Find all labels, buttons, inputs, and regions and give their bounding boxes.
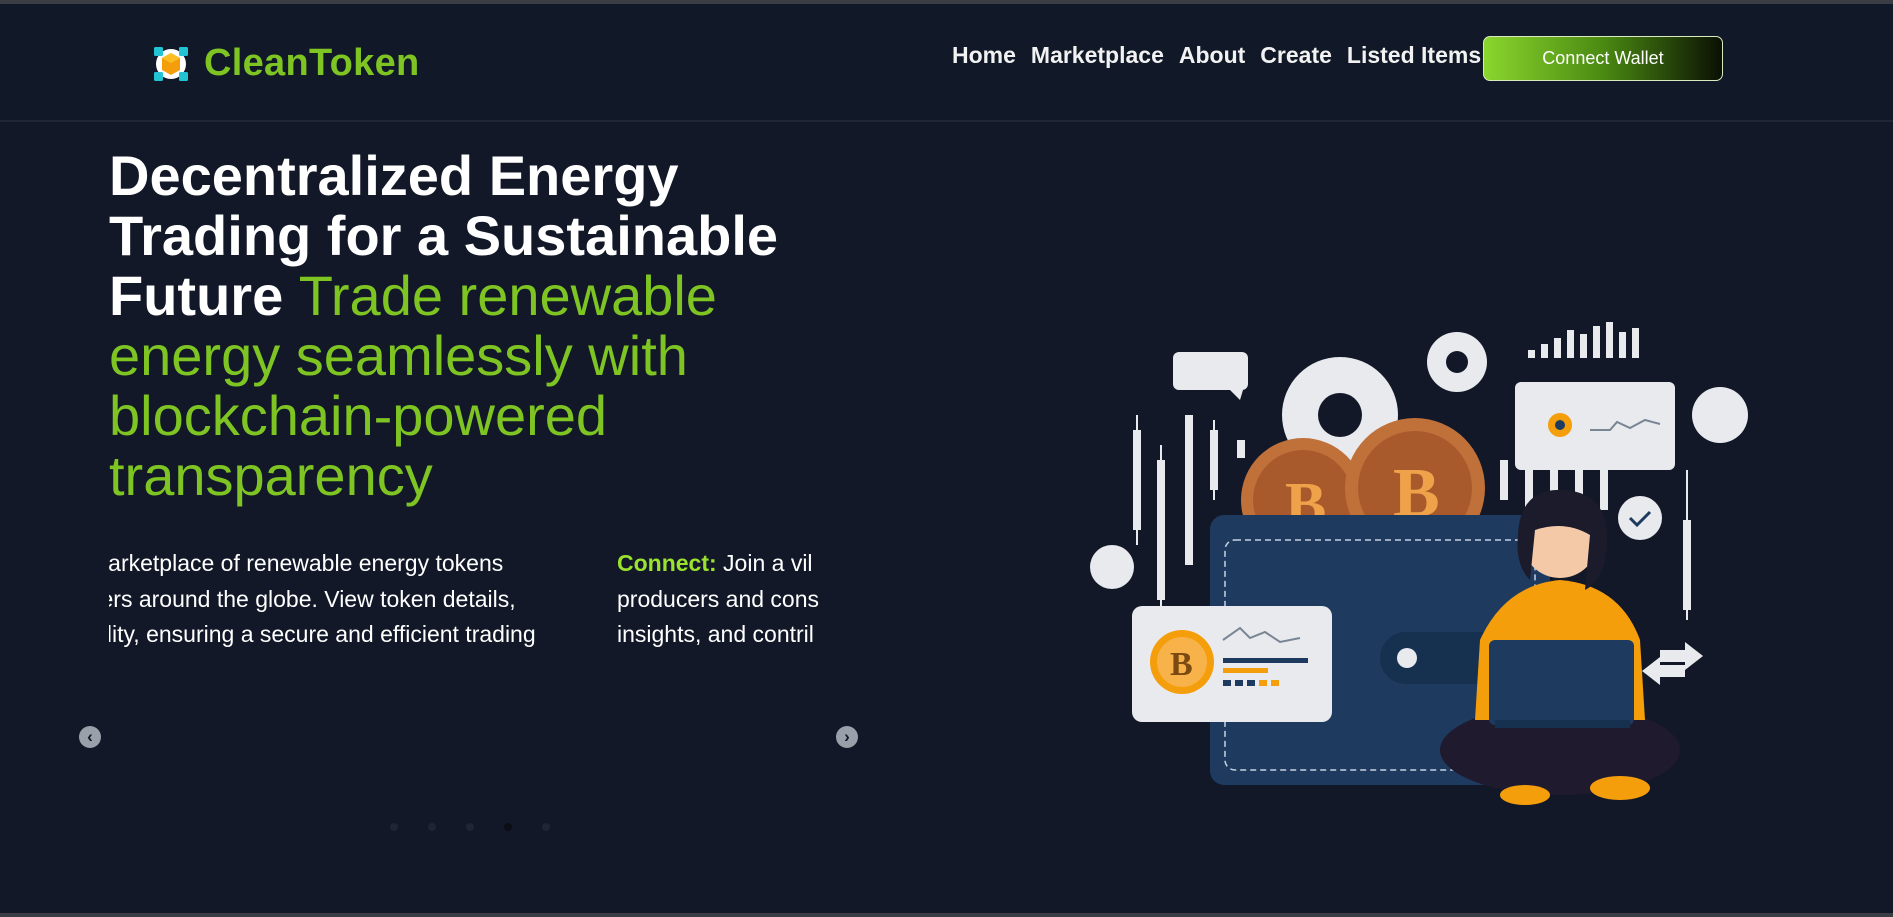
slide-text: Join a vil — [716, 550, 813, 576]
bar-chart-icon — [1528, 322, 1639, 358]
brand-logo-link[interactable]: CleanToken — [150, 42, 420, 85]
nav-home[interactable]: Home — [952, 42, 1016, 69]
chevron-right-icon: › — [844, 727, 850, 746]
chevron-left-icon: ‹ — [87, 727, 93, 746]
swap-arrows-icon — [1642, 642, 1703, 685]
nav-listed-items[interactable]: Listed Items — [1347, 42, 1481, 69]
carousel-next-button[interactable]: › — [836, 726, 858, 748]
carousel-dot[interactable] — [428, 823, 436, 831]
chat-bubble-icon — [1173, 352, 1248, 390]
globe-icon — [1090, 545, 1134, 589]
svg-text:B: B — [1170, 646, 1193, 683]
window-bottom-border — [0, 913, 1893, 917]
analytics-card — [1515, 382, 1675, 470]
crypto-wallet-illustration: B B B — [1090, 322, 1748, 805]
slide-line: marketplace of renewable energy tokens — [109, 550, 504, 576]
connect-wallet-button[interactable]: Connect Wallet — [1483, 36, 1723, 81]
carousel-dots — [390, 823, 550, 831]
nav-marketplace[interactable]: Marketplace — [1031, 42, 1164, 69]
carousel-dot-active[interactable] — [504, 823, 512, 831]
slide-line: insights, and contril — [617, 621, 814, 647]
check-badge-icon — [1618, 496, 1662, 540]
carousel-dot[interactable] — [390, 823, 398, 831]
carousel-prev-button[interactable]: ‹ — [79, 726, 101, 748]
slide-line: Connect: Join a vil — [617, 546, 829, 582]
carousel-dot[interactable] — [466, 823, 474, 831]
nav-create[interactable]: Create — [1260, 42, 1332, 69]
carousel-slide: marketplace of renewable energy tokens c… — [109, 546, 569, 653]
slide-line: cers around the globe. View token detail… — [109, 585, 516, 612]
carousel-slide: Connect: Join a vil producers and cons i… — [617, 546, 829, 653]
feature-carousel: marketplace of renewable energy tokens c… — [109, 546, 829, 656]
main-nav: Home Marketplace About Create Listed Ite… — [952, 42, 1481, 69]
hexagon-cube-icon — [154, 46, 188, 81]
site-header: CleanToken Home Marketplace About Create… — [0, 4, 1893, 122]
brand-name: CleanToken — [204, 42, 420, 84]
slide-keyword: Connect: — [617, 550, 717, 576]
hero-headline: Decentralized Energy Trading for a Susta… — [109, 146, 849, 506]
nav-about[interactable]: About — [1179, 42, 1245, 69]
carousel-dot[interactable] — [542, 823, 550, 831]
globe-icon — [1692, 387, 1748, 443]
slide-line: producers and cons — [617, 585, 820, 612]
slide-line: oility, ensuring a secure and efficient … — [109, 621, 536, 647]
